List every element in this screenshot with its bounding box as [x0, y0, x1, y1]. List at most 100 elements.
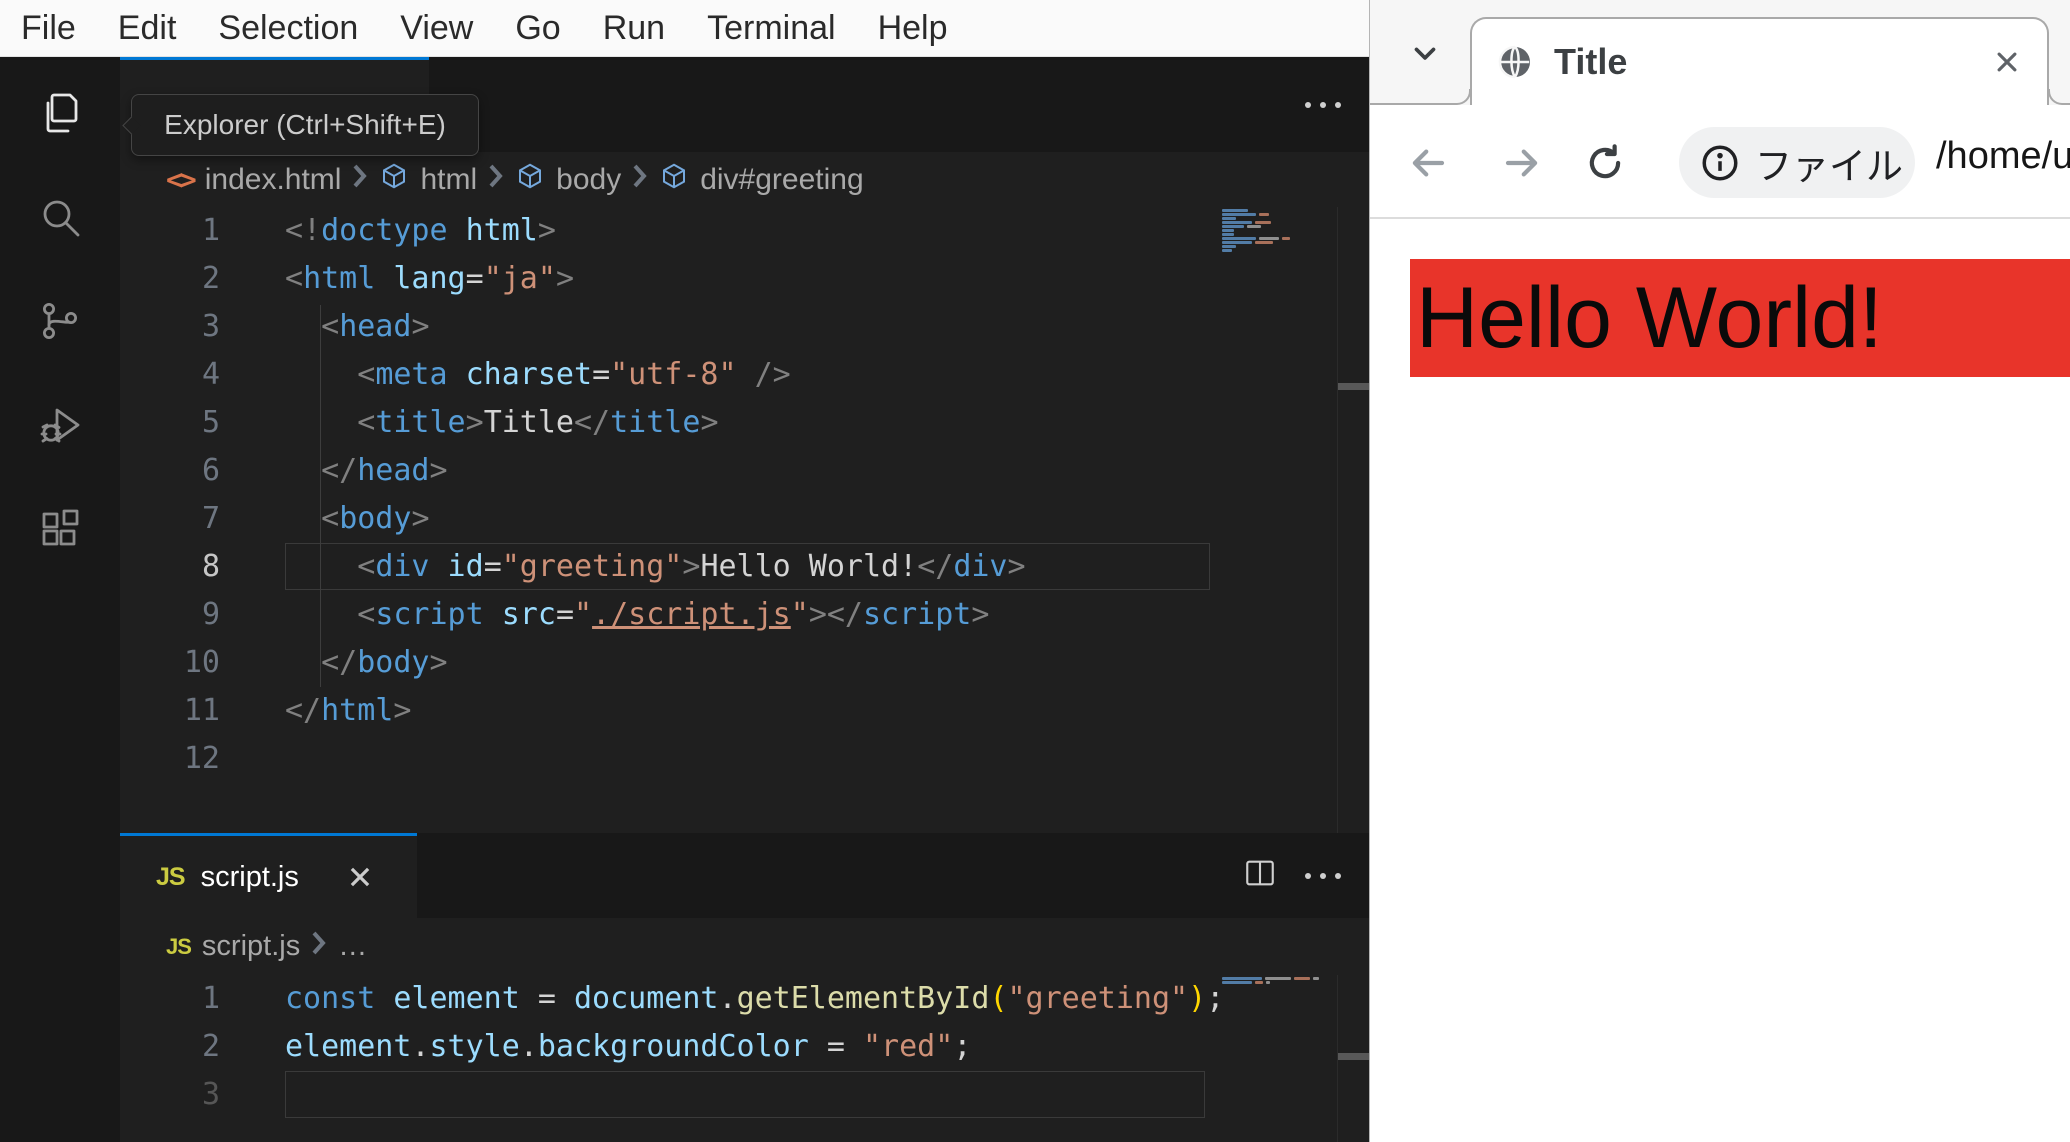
code-token: script — [375, 597, 484, 632]
code-line[interactable]: 6 </head> — [120, 447, 1369, 495]
panel-actions — [1243, 833, 1341, 918]
code-text: <body> — [285, 495, 429, 543]
tooltip-text: Explorer (Ctrl+Shift+E) — [164, 109, 446, 140]
code-text: <meta charset="utf-8" /> — [285, 351, 791, 399]
search-icon[interactable] — [36, 193, 84, 241]
split-editor-icon[interactable] — [1243, 856, 1277, 895]
chevron-right-icon — [488, 163, 504, 197]
tab-curve — [1457, 89, 1471, 105]
code-line[interactable]: 9 <script src="./script.js"></script> — [120, 591, 1369, 639]
code-text: </head> — [285, 447, 447, 495]
code-token: > — [537, 213, 556, 248]
code-line[interactable]: 11 </html> — [120, 687, 1369, 735]
line-number: 3 — [201, 309, 220, 344]
code-token: Hello World! — [700, 549, 918, 584]
breadcrumb-tag-body[interactable]: body — [556, 163, 621, 197]
breadcrumb-tag-div-greeting[interactable]: div#greeting — [700, 163, 863, 197]
code-token: > — [555, 261, 574, 296]
html-editor[interactable]: 1 <!doctype html> 2 <html lang="ja"> 3 <head… — [120, 207, 1369, 833]
js-editor[interactable]: 1 const element = document.getElementById… — [120, 975, 1369, 1142]
code-token: = — [592, 357, 611, 392]
code-line[interactable]: 3 <head> — [120, 303, 1369, 351]
code-token: > — [700, 405, 719, 440]
code-token: src — [483, 597, 556, 632]
code-token: script — [863, 597, 972, 632]
minimap[interactable] — [1222, 977, 1334, 984]
globe-favicon — [1496, 43, 1534, 81]
line-number: 8 — [201, 549, 220, 584]
site-info-chip[interactable]: ファイル — [1679, 127, 1915, 198]
menu-run[interactable]: Run — [582, 0, 686, 57]
menu-go[interactable]: Go — [494, 0, 581, 57]
tab-search-chevron-icon[interactable] — [1408, 36, 1442, 75]
code-line[interactable]: 2 <html lang="ja"> — [120, 255, 1369, 303]
panel-breadcrumb-more[interactable]: … — [338, 930, 367, 963]
code-line[interactable]: 12 — [120, 735, 1369, 783]
editor-group: < > index.html html body div#greeting 1 <!… — [120, 57, 1369, 1142]
code-lines: 1 const element = document.getElementById… — [120, 975, 1369, 1119]
menu-view[interactable]: View — [379, 0, 494, 57]
close-tab-icon[interactable] — [1993, 48, 2021, 76]
minimap-segment — [1222, 217, 1236, 220]
code-token: ; — [953, 1029, 972, 1064]
tab-script-js[interactable]: JS script.js — [120, 833, 417, 918]
forward-icon[interactable] — [1497, 138, 1547, 188]
source-control-icon[interactable] — [36, 297, 84, 345]
code-line[interactable]: 3 — [120, 1071, 1369, 1119]
code-line[interactable]: 1 <!doctype html> — [120, 207, 1369, 255]
breadcrumb-file[interactable]: index.html — [205, 163, 342, 197]
code-token: meta — [375, 357, 448, 392]
code-line[interactable]: 4 <meta charset="utf-8" /> — [120, 351, 1369, 399]
minimap-line — [1222, 221, 1334, 224]
code-token: > — [682, 549, 701, 584]
reload-icon[interactable] — [1580, 138, 1630, 188]
code-token: <! — [285, 213, 322, 248]
panel-editor: JS script.js JS script.js … 1 const elem… — [120, 833, 1369, 1142]
code-token: html — [321, 693, 394, 728]
run-debug-icon[interactable] — [36, 401, 84, 449]
code-token: </ — [574, 405, 611, 440]
breadcrumb-tag-html[interactable]: html — [420, 163, 477, 197]
menu-bar: File Edit Selection View Go Run Terminal Help — [0, 0, 1369, 57]
back-icon[interactable] — [1403, 138, 1453, 188]
code-token: "ja" — [483, 261, 556, 296]
code-text: const element = document.getElementById(… — [285, 975, 1224, 1023]
code-line[interactable]: 5 <title>Title</title> — [120, 399, 1369, 447]
explorer-icon[interactable] — [36, 89, 84, 137]
minimap-segment — [1222, 245, 1236, 248]
tab-curve — [2048, 89, 2062, 105]
menu-selection[interactable]: Selection — [197, 0, 379, 57]
code-line[interactable]: 1 const element = document.getElementById… — [120, 975, 1369, 1023]
info-icon — [1699, 142, 1741, 184]
menu-file[interactable]: File — [0, 0, 97, 57]
code-text: </html> — [285, 687, 411, 735]
menu-help[interactable]: Help — [857, 0, 969, 57]
code-line[interactable]: 8 <div id="greeting">Hello World!</div> — [120, 543, 1369, 591]
panel-breadcrumb-file[interactable]: script.js — [202, 930, 300, 963]
code-token: head — [339, 309, 412, 344]
js-file-icon: JS — [156, 862, 186, 891]
code-line[interactable]: 7 <body> — [120, 495, 1369, 543]
chevron-right-icon — [311, 930, 327, 964]
minimap-line — [1222, 249, 1334, 252]
line-number: 2 — [201, 261, 220, 296]
code-line[interactable]: 2 element.style.backgroundColor = "red"; — [120, 1023, 1369, 1071]
minimap-line — [1222, 233, 1334, 236]
url-text[interactable]: /home/u — [1936, 135, 2070, 178]
browser-tab[interactable]: Title — [1457, 17, 2062, 105]
code-token: doctype — [321, 213, 448, 248]
menu-edit[interactable]: Edit — [97, 0, 198, 57]
code-token: < — [357, 357, 376, 392]
panel-more-actions-icon[interactable] — [1305, 872, 1341, 879]
editor-more-actions-icon[interactable] — [1305, 57, 1341, 152]
minimap-segment — [1266, 981, 1270, 984]
extensions-icon[interactable] — [36, 505, 84, 553]
close-tab-icon[interactable] — [347, 864, 373, 890]
code-token: "greeting" — [501, 549, 683, 584]
code-line[interactable]: 10 </body> — [120, 639, 1369, 687]
menu-terminal[interactable]: Terminal — [686, 0, 856, 57]
code-token: id — [429, 549, 484, 584]
minimap[interactable] — [1222, 209, 1334, 252]
